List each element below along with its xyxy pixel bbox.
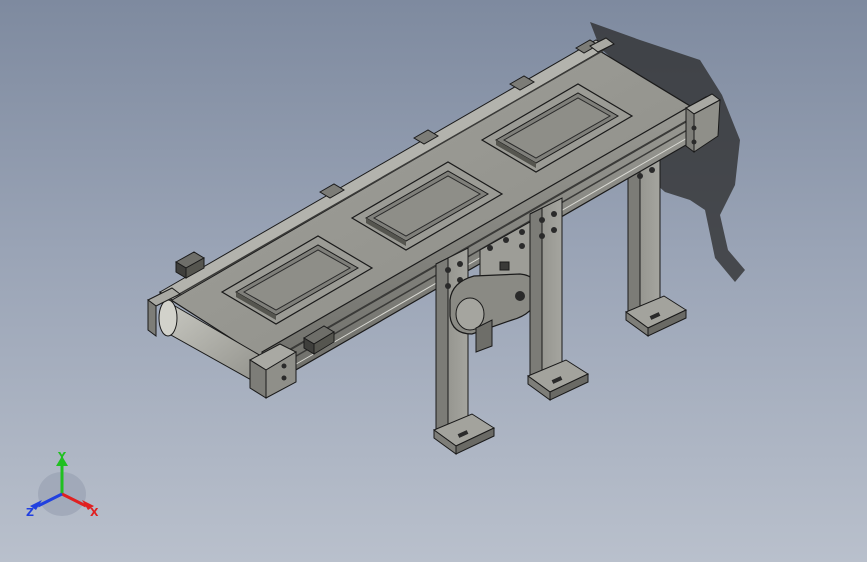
conveyor-assembly-model[interactable] (0, 0, 867, 562)
view-orientation-triad[interactable]: Y X Z (22, 448, 106, 524)
z-axis-label: Z (26, 506, 34, 519)
leg-middle[interactable] (526, 197, 590, 401)
y-axis-label: Y (57, 450, 67, 463)
x-axis-label: X (90, 506, 99, 519)
cad-viewport[interactable]: Y X Z (0, 0, 867, 562)
